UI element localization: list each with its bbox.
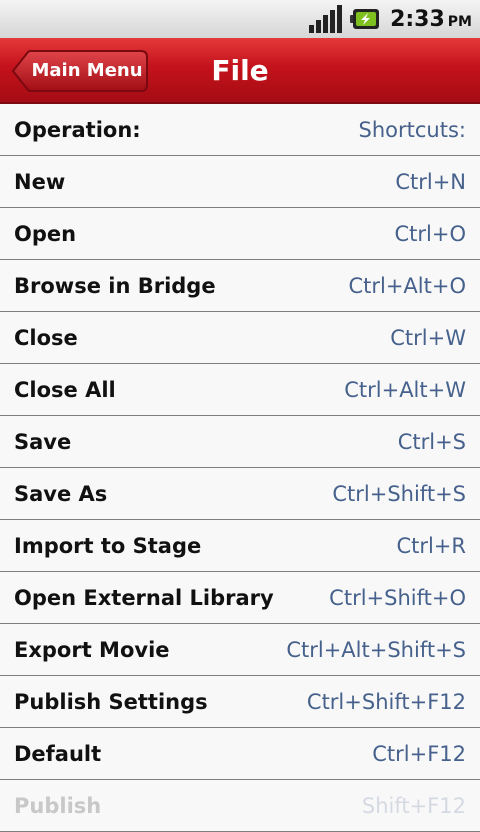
list-item[interactable]: Default Ctrl+F12	[0, 728, 480, 780]
shortcut-label: Ctrl+F12	[372, 741, 466, 766]
list-item[interactable]: Browse in Bridge Ctrl+Alt+O	[0, 260, 480, 312]
shortcut-list: Operation: Shortcuts: New Ctrl+N Open Ct…	[0, 104, 480, 832]
list-item[interactable]: Open Ctrl+O	[0, 208, 480, 260]
operation-label: Browse in Bridge	[14, 273, 216, 298]
clock-time: 2:33	[390, 6, 445, 32]
main-menu-back-button[interactable]: Main Menu	[12, 50, 148, 92]
status-clock: 2:33 PM	[390, 7, 472, 32]
shortcut-label: Ctrl+Shift+S	[332, 481, 466, 506]
list-item[interactable]: Publish Settings Ctrl+Shift+F12	[0, 676, 480, 728]
operation-label: Publish	[14, 793, 102, 818]
shortcut-label: Ctrl+Shift+O	[329, 585, 466, 610]
operation-label: Default	[14, 741, 102, 766]
title-bar: Main Menu File	[0, 38, 480, 104]
operation-label: Export Movie	[14, 637, 170, 662]
list-item[interactable]: Export Movie Ctrl+Alt+Shift+S	[0, 624, 480, 676]
operation-label: Import to Stage	[14, 533, 202, 558]
operation-label: Close All	[14, 377, 116, 402]
list-item[interactable]: Publish Shift+F12	[0, 780, 480, 832]
shortcut-label: Ctrl+Shift+F12	[306, 689, 466, 714]
shortcut-label: Ctrl+R	[396, 533, 466, 558]
shortcut-label: Ctrl+Alt+W	[344, 377, 466, 402]
list-item[interactable]: Import to Stage Ctrl+R	[0, 520, 480, 572]
battery-charging-icon	[350, 8, 380, 30]
shortcuts-column-header: Shortcuts:	[358, 117, 466, 142]
list-item[interactable]: Open External Library Ctrl+Shift+O	[0, 572, 480, 624]
list-item[interactable]: Close All Ctrl+Alt+W	[0, 364, 480, 416]
shortcut-label: Ctrl+Alt+Shift+S	[286, 637, 466, 662]
status-bar: 2:33 PM	[0, 0, 480, 38]
list-item[interactable]: Close Ctrl+W	[0, 312, 480, 364]
shortcut-label: Shift+F12	[361, 793, 466, 818]
shortcut-label: Ctrl+Alt+O	[348, 273, 466, 298]
operation-column-header: Operation:	[14, 117, 141, 142]
operation-label: Save As	[14, 481, 108, 506]
operation-label: Save	[14, 429, 72, 454]
list-item[interactable]: New Ctrl+N	[0, 156, 480, 208]
list-item[interactable]: Save Ctrl+S	[0, 416, 480, 468]
operation-label: Open External Library	[14, 585, 274, 610]
shortcut-label: Ctrl+N	[395, 169, 466, 194]
operation-label: Close	[14, 325, 78, 350]
main-menu-label: Main Menu	[31, 60, 143, 81]
shortcut-label: Ctrl+W	[390, 325, 466, 350]
shortcut-label: Ctrl+O	[394, 221, 467, 246]
operation-label: Open	[14, 221, 77, 246]
clock-ampm: PM	[447, 13, 472, 30]
signal-strength-icon	[307, 5, 343, 33]
operation-label: New	[14, 169, 66, 194]
list-item[interactable]: Save As Ctrl+Shift+S	[0, 468, 480, 520]
shortcut-label: Ctrl+S	[397, 429, 466, 454]
operation-label: Publish Settings	[14, 689, 208, 714]
list-header-row: Operation: Shortcuts:	[0, 104, 480, 156]
